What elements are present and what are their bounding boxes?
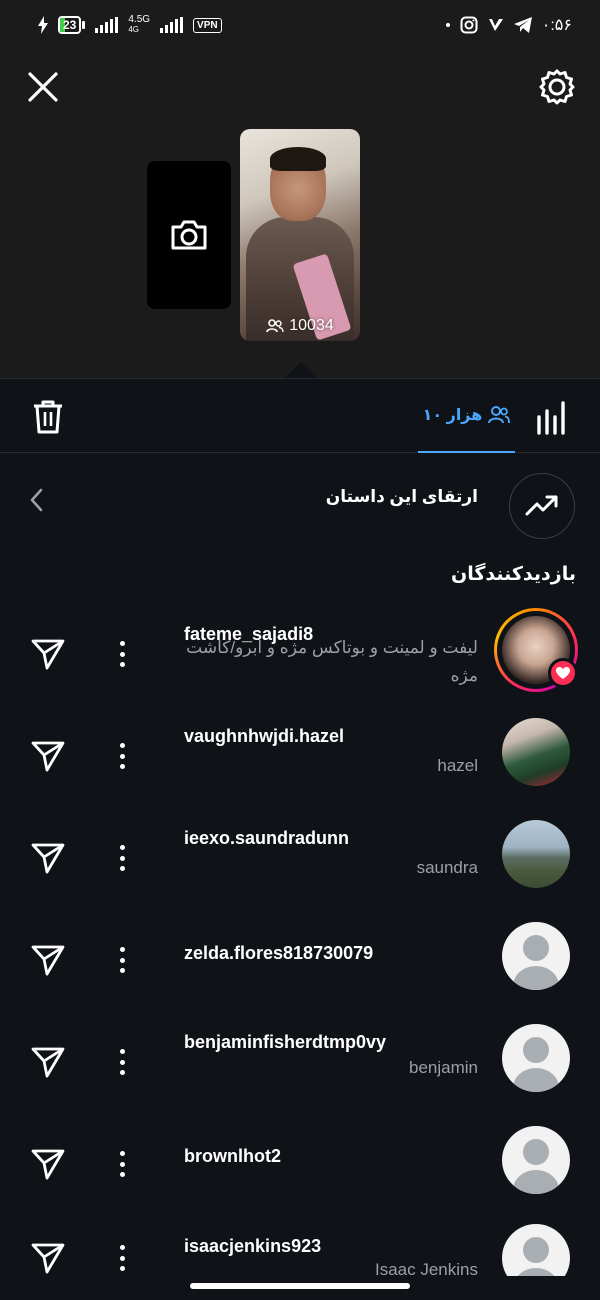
vpn-badge: VPN <box>193 17 222 33</box>
viewer-fullname: benjamin <box>409 1058 478 1077</box>
telegram-icon <box>513 17 532 33</box>
send-message-icon[interactable] <box>30 1044 66 1080</box>
tab-viewers-label: ۱۰ هزار <box>422 407 483 424</box>
status-right: ۰:۵۶ <box>445 15 572 35</box>
tab-viewers[interactable]: ۱۰ هزار <box>418 379 515 453</box>
viewer-row[interactable]: benjaminfisherdtmp0vy benjamin <box>0 1022 600 1122</box>
avatar[interactable] <box>502 922 570 990</box>
notification-dot-icon <box>445 23 450 27</box>
send-message-icon[interactable] <box>30 738 66 774</box>
send-message-icon[interactable] <box>30 1146 66 1182</box>
viewer-fullname: لیفت و لمینت و بوتاکس مژه و ابرو/کاشت مژ… <box>186 638 478 685</box>
people-icon <box>488 406 511 424</box>
send-message-icon[interactable] <box>30 840 66 876</box>
selected-story-pointer <box>285 362 317 378</box>
more-options-icon[interactable] <box>112 842 132 874</box>
insights-chart-icon[interactable] <box>536 399 568 435</box>
story-tabbar: ۱۰ هزار <box>0 378 600 453</box>
viewer-username: ieexo.saundradunn <box>184 828 350 848</box>
viewer-fullname: hazel <box>437 756 478 775</box>
more-options-icon[interactable] <box>112 1242 132 1274</box>
people-icon <box>266 319 284 333</box>
send-message-icon[interactable] <box>30 942 66 978</box>
add-story-camera-card[interactable] <box>147 161 231 309</box>
viewer-username: isaacjenkins923 <box>184 1236 322 1256</box>
story-viewer-count: 10034 <box>240 317 360 335</box>
viewer-username: vaughnhwjdi.hazel <box>184 726 345 746</box>
more-options-icon[interactable] <box>112 740 132 772</box>
gear-icon[interactable] <box>538 68 576 106</box>
viewer-username: zelda.flores818730079 <box>184 943 374 963</box>
viewer-row[interactable]: isaacjenkins923 Isaac Jenkins <box>0 1224 600 1276</box>
avatar[interactable] <box>502 1126 570 1194</box>
viewer-count-label: 10034 <box>289 317 334 334</box>
avatar[interactable] <box>502 820 570 888</box>
send-message-icon[interactable] <box>30 636 66 672</box>
send-message-icon[interactable] <box>30 1240 66 1276</box>
viewer-username: benjaminfisherdtmp0vy <box>184 1032 387 1052</box>
network-type: 4.5G 4G <box>128 14 151 35</box>
v-app-icon <box>488 19 503 31</box>
viewer-row[interactable]: vaughnhwjdi.hazel hazel <box>0 716 600 816</box>
signal-bars-2-icon <box>160 17 184 33</box>
instagram-icon <box>460 16 478 34</box>
status-left: 23 4.5G 4G VPN <box>38 15 222 35</box>
avatar[interactable] <box>502 718 570 786</box>
viewer-row[interactable]: brownlhot2 <box>0 1124 600 1224</box>
battery-indicator: 23 <box>58 16 82 34</box>
story-preview-area: 10034 <box>0 50 600 378</box>
viewer-username: brownlhot2 <box>184 1146 281 1166</box>
charging-icon <box>38 16 48 34</box>
viewers-section-title: بازدیدکنندگان <box>450 564 576 585</box>
avatar[interactable] <box>502 1224 570 1276</box>
boost-icon-circle <box>509 473 575 539</box>
clock: ۰:۵۶ <box>541 17 572 34</box>
boost-story-row[interactable]: ارتقای این داستان <box>0 465 600 539</box>
trending-up-icon <box>525 495 558 516</box>
heart-like-icon <box>548 658 578 688</box>
signal-bars-icon <box>95 17 119 33</box>
story-photo-hair <box>270 147 326 171</box>
viewer-row[interactable]: zelda.flores818730079 <box>0 920 600 1020</box>
close-icon[interactable] <box>24 68 62 106</box>
status-bar: 23 4.5G 4G VPN ۰:۵۶ <box>0 0 600 50</box>
more-options-icon[interactable] <box>112 1148 132 1180</box>
story-thumbnail[interactable]: 10034 <box>240 129 360 341</box>
more-options-icon[interactable] <box>112 638 132 670</box>
avatar[interactable] <box>502 1024 570 1092</box>
boost-label: ارتقای این داستان <box>325 487 478 506</box>
more-options-icon[interactable] <box>112 944 132 976</box>
camera-icon <box>171 220 207 250</box>
chevron-left-icon <box>30 488 43 512</box>
viewer-row[interactable]: fateme_sajadi8 لیفت و لمینت و بوتاکس مژه… <box>0 608 600 714</box>
more-options-icon[interactable] <box>112 1046 132 1078</box>
viewer-fullname: saundra <box>416 858 478 877</box>
trash-icon[interactable] <box>30 399 66 435</box>
viewer-row[interactable]: ieexo.saundradunn saundra <box>0 818 600 918</box>
home-indicator[interactable] <box>190 1283 410 1289</box>
viewer-fullname: Isaac Jenkins <box>375 1260 478 1276</box>
